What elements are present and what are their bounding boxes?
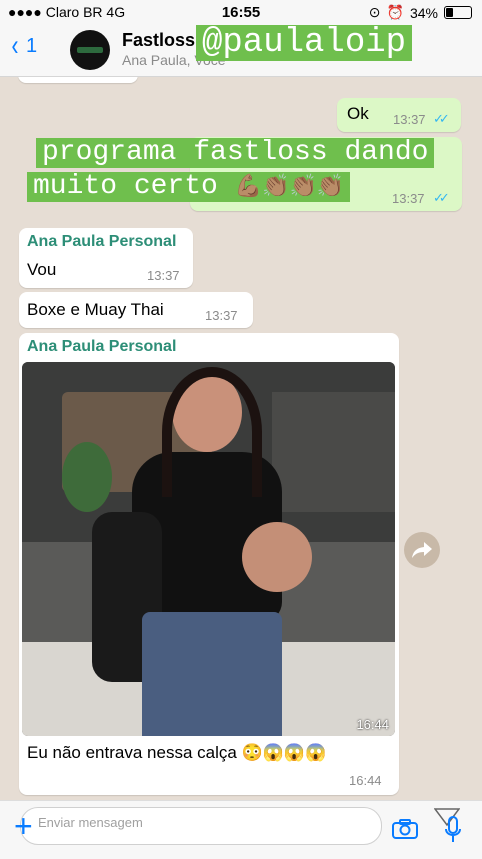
battery-percent: 34%: [409, 4, 438, 21]
overlay-handle: @paulaloip: [196, 25, 413, 61]
photo-attachment[interactable]: 16:44: [22, 362, 395, 736]
plus-icon[interactable]: +: [14, 810, 33, 842]
battery-icon: [444, 6, 472, 19]
photo-hand: [242, 522, 312, 592]
alarm-icon: ⏰: [386, 4, 404, 20]
message-sender: Ana Paula Personal: [27, 233, 177, 250]
photo-window: [272, 392, 395, 512]
forward-icon: [412, 542, 432, 558]
back-count: 1: [26, 34, 38, 57]
message-time: 16:44: [349, 773, 382, 788]
status-bar: ●●●● Claro BR 4G 16:55 ⊙ ⏰ 34%: [0, 0, 482, 24]
overlay-emoji: 💪🏽👏🏽👏🏽👏🏽: [234, 174, 345, 199]
photo-jeans: [142, 612, 282, 736]
message-text: Ok: [347, 104, 369, 123]
message-bubble-outgoing[interactable]: Ok 13:37 ✓✓: [337, 98, 461, 132]
message-bubble-incoming[interactable]: Boxe e Muay Thai 13:37: [19, 292, 253, 328]
avatar-logo: [77, 47, 103, 53]
overlay-text-line2: muito certo 💪🏽👏🏽👏🏽👏🏽: [27, 172, 351, 202]
message-time: 13:37: [392, 191, 425, 206]
group-avatar[interactable]: [70, 30, 110, 70]
input-bar: + Enviar mensagem: [0, 800, 482, 859]
message-bubble-incoming[interactable]: Ana Paula Personal Vou 13:37: [19, 228, 193, 288]
back-button[interactable]: ‹ 1: [10, 29, 38, 62]
lock-rotation-icon: ⊙: [368, 4, 381, 20]
message-time: 13:37: [205, 308, 238, 323]
message-text: Eu não entrava nessa calça 😳😱😱😱: [27, 743, 327, 762]
read-receipt-icon: ✓✓: [433, 111, 450, 126]
message-bubble-partial[interactable]: [18, 77, 138, 83]
message-sender: Ana Paula Personal: [27, 338, 177, 355]
photo-time: 16:44: [356, 717, 389, 732]
forward-button[interactable]: [404, 532, 440, 568]
photo-hair: [162, 367, 262, 497]
message-input-placeholder: Enviar mensagem: [38, 815, 143, 830]
microphone-icon[interactable]: [444, 815, 462, 845]
photo-plant: [62, 442, 112, 512]
status-right: ⊙ ⏰ 34%: [369, 4, 472, 21]
chevron-left-icon: ‹: [11, 29, 19, 62]
message-text: Vou: [27, 260, 57, 279]
message-text: Boxe e Muay Thai: [27, 300, 164, 319]
message-time: 13:37: [393, 112, 426, 127]
camera-icon[interactable]: [392, 819, 418, 839]
overlay-text-line1: programa fastloss dando: [36, 138, 435, 168]
message-time: 13:37: [147, 268, 180, 283]
group-title[interactable]: Fastloss: [122, 30, 195, 51]
read-receipt-icon: ✓✓: [433, 190, 450, 205]
